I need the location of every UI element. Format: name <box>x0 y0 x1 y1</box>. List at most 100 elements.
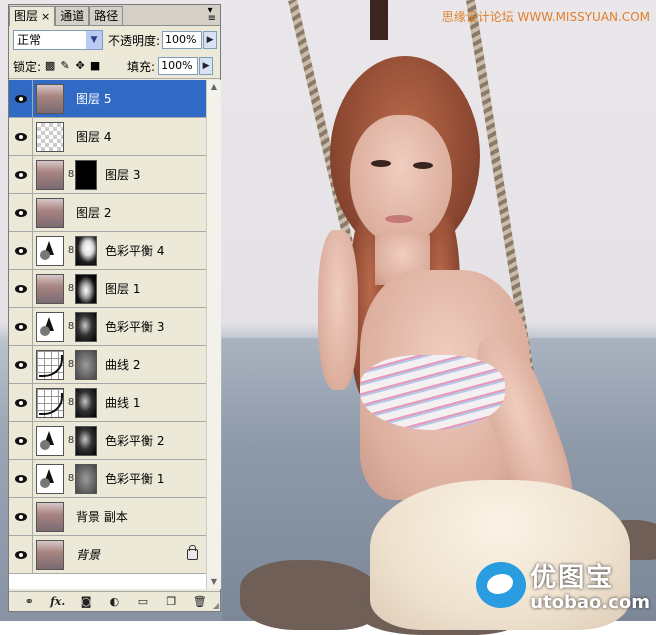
fill-input[interactable]: 100% <box>158 57 199 75</box>
mask-link-icon[interactable]: 8 <box>67 473 75 484</box>
visibility-toggle[interactable] <box>9 117 33 156</box>
visibility-toggle[interactable] <box>9 421 33 460</box>
layer-thumbnail[interactable] <box>36 501 64 532</box>
scroll-up-icon[interactable]: ▲ <box>207 80 221 94</box>
layer-mask-thumbnail[interactable] <box>75 273 97 304</box>
layer-row[interactable]: 8 曲线 2 <box>9 345 206 384</box>
scroll-down-icon[interactable]: ▼ <box>207 575 221 589</box>
visibility-toggle[interactable] <box>9 155 33 194</box>
layer-thumbnail[interactable] <box>36 539 64 570</box>
layer-row[interactable]: 8 色彩平衡 4 <box>9 231 206 270</box>
layer-row[interactable]: 8 色彩平衡 3 <box>9 307 206 346</box>
visibility-toggle[interactable] <box>9 269 33 308</box>
link-layers-icon[interactable]: ⚭ <box>21 595 37 608</box>
layer-name[interactable]: 背景 副本 <box>76 508 128 525</box>
layer-thumbnail[interactable] <box>36 121 64 152</box>
layer-name[interactable]: 色彩平衡 3 <box>105 318 164 335</box>
chevron-down-icon[interactable]: ▼ <box>86 31 102 49</box>
layer-row[interactable]: 图层 2 <box>9 193 206 232</box>
layer-name[interactable]: 图层 2 <box>76 204 111 221</box>
layer-scrollbar[interactable]: ▲ ▼ <box>206 80 221 589</box>
layer-row[interactable]: 背景 <box>9 535 206 574</box>
visibility-toggle[interactable] <box>9 345 33 384</box>
layer-name[interactable]: 图层 1 <box>105 280 140 297</box>
lock-image-icon[interactable]: ✎ <box>59 60 71 72</box>
layer-thumbnail[interactable] <box>36 387 64 418</box>
resize-grip-icon[interactable]: ◢ <box>213 601 219 610</box>
layer-name[interactable]: 图层 5 <box>76 90 111 107</box>
layer-thumbnail[interactable] <box>36 425 64 456</box>
visibility-toggle[interactable] <box>9 383 33 422</box>
new-group-icon[interactable]: ▭ <box>135 595 151 608</box>
layer-name[interactable]: 图层 4 <box>76 128 111 145</box>
mask-link-icon[interactable]: 8 <box>67 435 75 446</box>
layer-thumbnail[interactable] <box>36 349 64 380</box>
layer-name[interactable]: 曲线 2 <box>105 356 140 373</box>
layer-row[interactable]: 8 图层 3 <box>9 155 206 194</box>
new-layer-icon[interactable]: ❐ <box>163 595 179 608</box>
layer-row[interactable]: 8 色彩平衡 1 <box>9 459 206 498</box>
panel-menu-icon[interactable]: ▾ ≡ <box>208 6 216 24</box>
layer-row[interactable]: 8 色彩平衡 2 <box>9 421 206 460</box>
layer-name[interactable]: 曲线 1 <box>105 394 140 411</box>
layer-thumbnail[interactable] <box>36 159 64 190</box>
layer-mask-thumbnail[interactable] <box>75 387 97 418</box>
layer-mask-thumbnail[interactable] <box>75 425 97 456</box>
visibility-toggle[interactable] <box>9 193 33 232</box>
layer-row[interactable]: 图层 4 <box>9 117 206 156</box>
blend-mode-select[interactable]: 正常 ▼ <box>13 30 103 50</box>
layer-row[interactable]: 背景 副本 <box>9 497 206 536</box>
layer-thumbnail[interactable] <box>36 311 64 342</box>
tab-channels[interactable]: 通道 <box>55 6 90 25</box>
layer-mask-thumbnail[interactable] <box>75 349 97 380</box>
lock-transparent-icon[interactable]: ▩ <box>44 60 56 72</box>
layer-thumbnail[interactable] <box>36 463 64 494</box>
eye-icon <box>14 132 27 141</box>
visibility-toggle[interactable] <box>9 231 33 270</box>
tab-layers[interactable]: 图层 × <box>9 6 56 26</box>
eye-icon <box>14 512 27 521</box>
add-mask-icon[interactable]: ◙ <box>78 595 94 608</box>
layer-name[interactable]: 背景 <box>76 546 100 563</box>
mask-link-icon[interactable]: 8 <box>67 169 75 180</box>
tab-paths[interactable]: 路径 <box>89 6 124 25</box>
lock-position-icon[interactable]: ✥ <box>74 60 86 72</box>
layer-name[interactable]: 图层 3 <box>105 166 140 183</box>
layer-row[interactable]: 8 图层 1 <box>9 269 206 308</box>
layer-mask-thumbnail[interactable] <box>75 463 97 494</box>
opacity-input[interactable]: 100% <box>162 31 203 49</box>
layer-name[interactable]: 色彩平衡 1 <box>105 470 164 487</box>
layer-thumbnail[interactable] <box>36 197 64 228</box>
layer-thumbnail[interactable] <box>36 83 64 114</box>
close-icon[interactable]: × <box>41 10 50 23</box>
layer-row[interactable]: 图层 5 <box>9 80 206 118</box>
visibility-toggle[interactable] <box>9 80 33 118</box>
layer-list: 图层 5 图层 4 8 图层 3 图层 2 8 色彩平衡 4 8 图层 1 8 色彩平衡 3 8 曲线 … <box>9 80 206 589</box>
lips <box>385 215 413 223</box>
visibility-toggle[interactable] <box>9 497 33 536</box>
layer-mask-thumbnail[interactable] <box>75 311 97 342</box>
mask-link-icon[interactable]: 8 <box>67 283 75 294</box>
layer-name[interactable]: 色彩平衡 4 <box>105 242 164 259</box>
fill-slider-button[interactable]: ▶ <box>199 57 214 75</box>
lock-row: 锁定: ▩ ✎ ✥ ■ 填充: 100% ▶ <box>9 54 220 79</box>
visibility-toggle[interactable] <box>9 459 33 498</box>
layer-thumbnail[interactable] <box>36 273 64 304</box>
new-adjustment-icon[interactable]: ◐ <box>106 595 122 608</box>
lock-all-icon[interactable]: ■ <box>89 60 101 72</box>
layer-thumbnail[interactable] <box>36 235 64 266</box>
fill-label: 填充: <box>127 59 156 74</box>
delete-layer-icon[interactable]: 🗑 <box>192 595 208 608</box>
layer-row[interactable]: 8 曲线 1 <box>9 383 206 422</box>
layer-name[interactable]: 色彩平衡 2 <box>105 432 164 449</box>
layer-mask-thumbnail[interactable] <box>75 235 97 266</box>
layer-mask-thumbnail[interactable] <box>75 159 97 190</box>
opacity-slider-button[interactable]: ▶ <box>203 31 218 49</box>
mask-link-icon[interactable]: 8 <box>67 245 75 256</box>
mask-link-icon[interactable]: 8 <box>67 321 75 332</box>
visibility-toggle[interactable] <box>9 535 33 574</box>
mask-link-icon[interactable]: 8 <box>67 359 75 370</box>
fx-icon[interactable]: fx. <box>50 595 66 608</box>
visibility-toggle[interactable] <box>9 307 33 346</box>
mask-link-icon[interactable]: 8 <box>67 397 75 408</box>
